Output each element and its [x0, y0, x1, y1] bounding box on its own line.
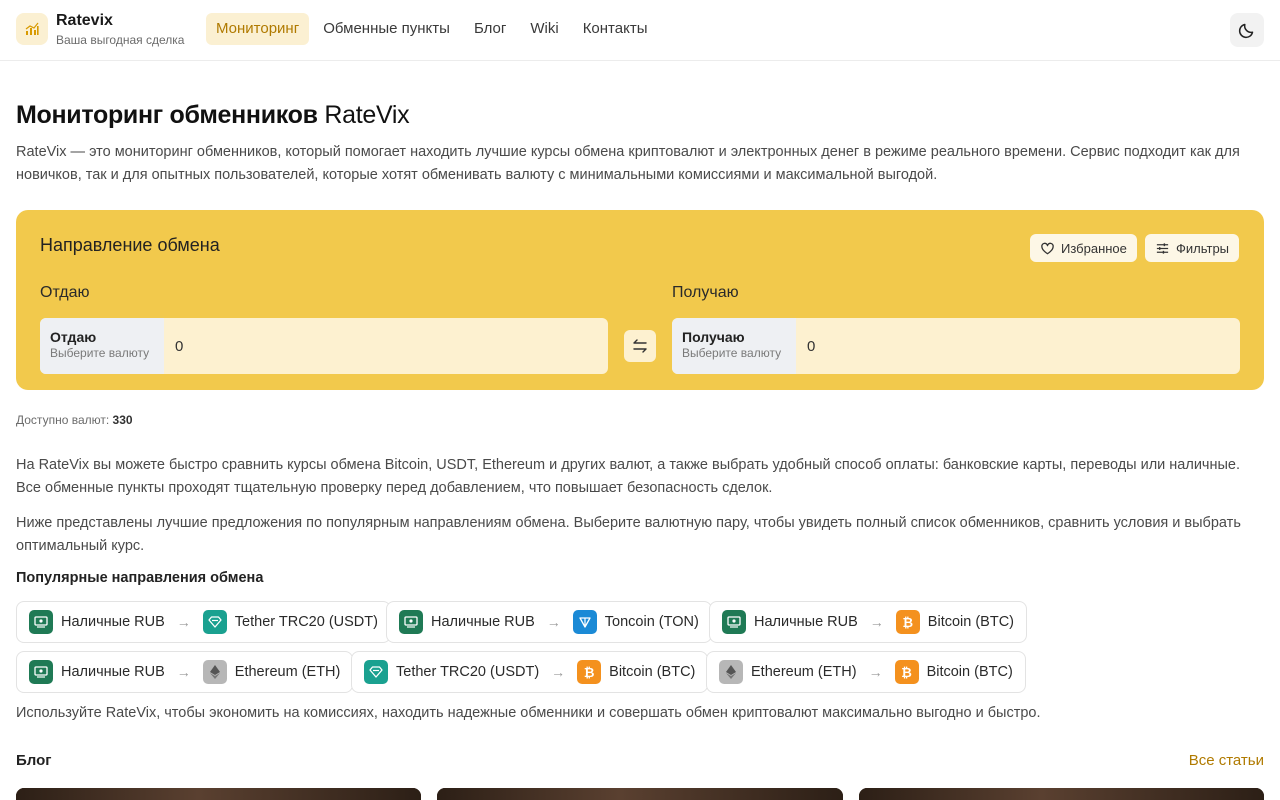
ethereum-icon — [719, 660, 743, 684]
filters-label: Фильтры — [1176, 240, 1230, 256]
give-field-title: Отдаю — [50, 329, 97, 345]
pair-to-label: Bitcoin (BTC) — [927, 614, 1015, 630]
get-field-title: Получаю — [682, 329, 745, 345]
sliders-icon — [1156, 242, 1169, 254]
arrow-right-icon: → — [868, 664, 883, 680]
pair-to-label: Tether TRC20 (USDT) — [234, 614, 378, 630]
swap-arrows-icon — [633, 339, 647, 353]
pair-to-label: Ethereum (ETH) — [234, 664, 341, 680]
pair-rub-eth[interactable]: Наличные RUB → Ethereum (ETH) — [16, 651, 354, 693]
favorites-button[interactable]: Избранное — [1030, 234, 1137, 262]
blog-card-image[interactable] — [859, 788, 1264, 800]
bitcoin-icon: ₿ — [894, 660, 919, 684]
all-articles-link[interactable]: Все статьи — [1189, 752, 1264, 769]
cash-rub-icon — [399, 610, 423, 634]
bitcoin-icon: ₿ — [577, 660, 602, 684]
bitcoin-icon: ₿ — [895, 610, 920, 634]
favorites-label: Избранное — [1061, 240, 1127, 256]
popular-directions-title: Популярные направления обмена — [16, 570, 264, 586]
description-paragraph-1: На RateVix вы можете быстро сравнить кур… — [16, 457, 1241, 496]
arrow-right-icon: → — [551, 664, 566, 680]
page-title-accent: RateVix — [324, 101, 410, 129]
get-field-hint: Выберите валюту — [682, 346, 782, 360]
nav-contacts[interactable]: Контакты — [573, 13, 658, 45]
give-amount-input[interactable] — [164, 318, 608, 374]
give-field: Отдаю Выберите валюту — [40, 318, 608, 374]
pair-usdt-btc[interactable]: Tether TRC20 (USDT) → ₿ Bitcoin (BTC) — [351, 651, 709, 693]
cash-rub-icon — [29, 610, 53, 634]
pair-from-label: Наличные RUB — [61, 664, 165, 680]
page-title: Мониторинг обменников RateVix — [16, 101, 410, 130]
brand-name[interactable]: Ratevix — [56, 12, 113, 30]
exchange-title: Направление обмена — [40, 235, 220, 255]
ethereum-icon — [202, 660, 227, 684]
get-amount-input[interactable] — [796, 318, 1240, 374]
pair-rub-ton[interactable]: Наличные RUB → Toncoin (TON) — [386, 601, 712, 643]
give-currency-select[interactable]: Отдаю Выберите валюту — [40, 318, 164, 374]
available-currencies: Доступно валют: 330 — [16, 413, 133, 427]
swap-button[interactable] — [624, 330, 656, 362]
nav-monitoring[interactable]: Мониторинг — [206, 13, 310, 45]
pair-from-label: Наличные RUB — [754, 614, 858, 630]
pair-from-label: Наличные RUB — [61, 614, 165, 630]
nav-wiki[interactable]: Wiki — [520, 13, 568, 45]
pair-eth-btc[interactable]: Ethereum (ETH) → ₿ Bitcoin (BTC) — [706, 651, 1026, 693]
blog-section-title: Блог — [16, 752, 52, 769]
arrow-right-icon: → — [869, 614, 884, 630]
pair-to-label: Bitcoin (BTC) — [609, 664, 696, 680]
pair-to-label: Bitcoin (BTC) — [926, 664, 1013, 680]
arrow-right-icon: → — [176, 614, 191, 630]
give-section-label: Отдаю — [40, 284, 90, 301]
pair-from-label: Ethereum (ETH) — [751, 664, 857, 680]
description-paragraph-2: Ниже представлены лучшие предложения по … — [16, 515, 1241, 554]
moon-icon — [1238, 23, 1254, 39]
pair-from-label: Tether TRC20 (USDT) — [396, 664, 540, 680]
get-currency-select[interactable]: Получаю Выберите валюту — [672, 318, 796, 374]
pair-rub-btc[interactable]: Наличные RUB → ₿ Bitcoin (BTC) — [709, 601, 1028, 643]
get-field: Получаю Выберите валюту — [672, 318, 1240, 374]
pair-to-label: Toncoin (TON) — [604, 614, 699, 630]
give-field-hint: Выберите валюту — [50, 346, 150, 360]
main-nav: Мониторинг Обменные пункты Блог Wiki Кон… — [206, 13, 661, 45]
chart-logo-icon — [25, 22, 39, 35]
available-count: 330 — [112, 413, 133, 427]
top-header: Ratevix Ваша выгодная сделка Мониторинг … — [0, 0, 1280, 61]
nav-exchange-points[interactable]: Обменные пункты — [313, 13, 460, 45]
toncoin-icon — [572, 610, 597, 634]
closing-text: Используйте RateVix, чтобы экономить на … — [16, 705, 1041, 721]
logo[interactable] — [16, 13, 48, 45]
cash-rub-icon — [29, 660, 53, 684]
exchange-direction-card: Направление обмена Избранное Фильтры Отд… — [16, 210, 1264, 390]
pair-from-label: Наличные RUB — [431, 614, 535, 630]
available-label: Доступно валют: — [16, 413, 110, 427]
page-title-main: Мониторинг обменников — [16, 101, 318, 129]
tether-icon — [364, 660, 388, 684]
arrow-right-icon: → — [176, 664, 191, 680]
brand-tagline: Ваша выгодная сделка — [56, 33, 185, 47]
blog-card-image[interactable] — [437, 788, 843, 800]
cash-rub-icon — [722, 610, 746, 634]
intro-text: RateVix — это мониторинг обменников, кот… — [16, 144, 1240, 183]
heart-icon — [1041, 242, 1054, 254]
theme-toggle-button[interactable] — [1230, 13, 1264, 47]
pair-rub-usdt[interactable]: Наличные RUB → Tether TRC20 (USDT) — [16, 601, 391, 643]
filters-button[interactable]: Фильтры — [1145, 234, 1240, 262]
arrow-right-icon: → — [546, 614, 561, 630]
blog-card-image[interactable] — [16, 788, 421, 800]
get-section-label: Получаю — [672, 284, 739, 301]
tether-icon — [202, 610, 227, 634]
nav-blog[interactable]: Блог — [464, 13, 516, 45]
